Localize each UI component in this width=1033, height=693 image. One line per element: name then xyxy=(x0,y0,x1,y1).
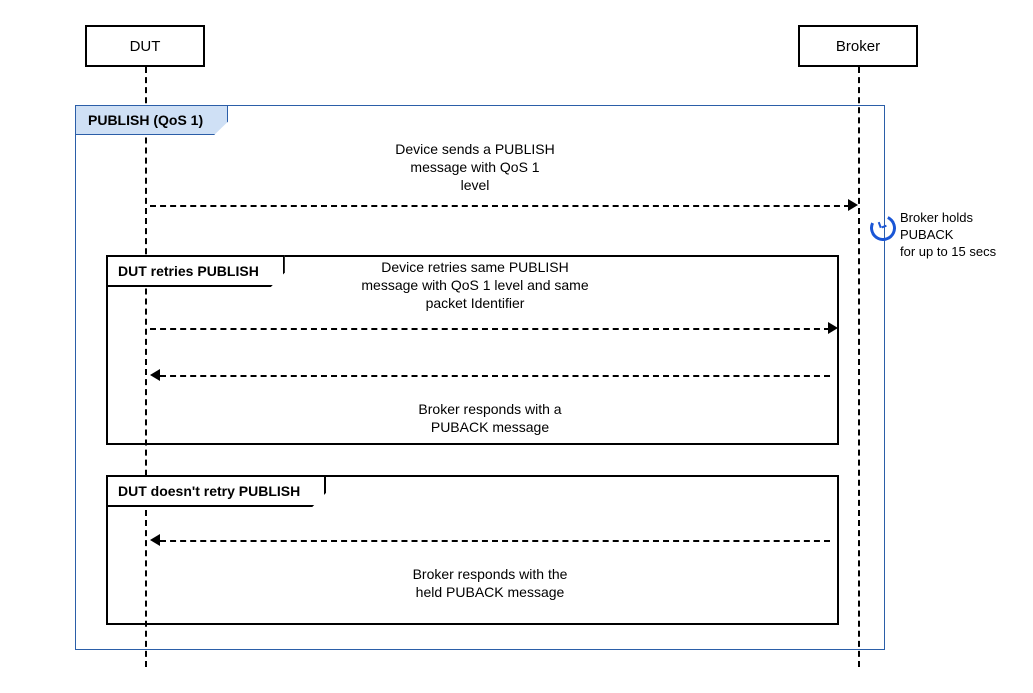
sequence-diagram: DUT Broker PUBLISH (QoS 1) Device sends … xyxy=(0,0,1033,693)
actor-dut-label: DUT xyxy=(130,38,161,55)
arrow-loop2-resp xyxy=(160,540,830,542)
clock-icon-wrap xyxy=(870,215,896,241)
clock-icon xyxy=(866,211,899,244)
arrow-msg1 xyxy=(150,205,850,207)
loop1-msg-bottom: Broker responds with a PUBACK message xyxy=(360,400,620,436)
actor-dut: DUT xyxy=(85,25,205,67)
loop1-msg-top: Device retries same PUBLISH message with… xyxy=(325,258,625,313)
loop2-title: DUT doesn't retry PUBLISH xyxy=(106,475,326,507)
loop2-frame: DUT doesn't retry PUBLISH xyxy=(106,475,839,625)
loop1-title: DUT retries PUBLISH xyxy=(106,255,285,287)
arrow-loop2-resp-head xyxy=(150,534,160,546)
arrow-loop1-req xyxy=(150,328,830,330)
arrow-loop1-resp-head xyxy=(150,369,160,381)
hold-note: Broker holds PUBACK for up to 15 secs xyxy=(900,210,1030,261)
actor-broker: Broker xyxy=(798,25,918,67)
arrow-msg1-head xyxy=(848,199,858,211)
actor-broker-label: Broker xyxy=(836,38,880,55)
arrow-loop1-req-head xyxy=(828,322,838,334)
outer-frame-title: PUBLISH (QoS 1) xyxy=(75,105,228,135)
arrow-loop1-resp xyxy=(160,375,830,377)
msg1-label: Device sends a PUBLISH message with QoS … xyxy=(340,140,610,195)
loop2-msg: Broker responds with the held PUBACK mes… xyxy=(360,565,620,601)
